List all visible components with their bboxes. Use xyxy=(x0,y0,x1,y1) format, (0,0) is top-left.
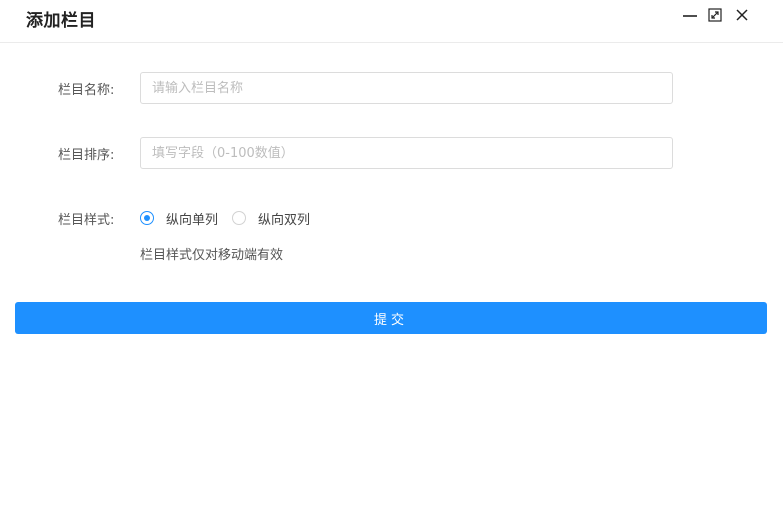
minimize-button[interactable] xyxy=(682,6,698,24)
radio-single-column[interactable] xyxy=(140,211,154,225)
dialog-titlebar: 添加栏目 xyxy=(0,0,783,43)
maximize-button[interactable] xyxy=(707,6,723,24)
column-order-label: 栏目排序: xyxy=(58,148,115,163)
column-name-input[interactable] xyxy=(140,72,673,104)
column-name-label: 栏目名称: xyxy=(58,83,115,98)
radio-option-single-column[interactable]: 纵向单列 xyxy=(140,209,218,228)
column-style-hint: 栏目样式仅对移动端有效 xyxy=(140,248,284,263)
close-button[interactable] xyxy=(734,6,750,24)
minimize-icon xyxy=(683,15,697,17)
radio-double-column-label: 纵向双列 xyxy=(258,212,311,228)
column-style-radio-group: 纵向单列 纵向双列 xyxy=(140,208,324,228)
close-icon xyxy=(736,9,748,21)
add-column-dialog: 添加栏目 栏目名称: 栏目排序: 栏目样式: xyxy=(0,0,783,527)
radio-option-double-column[interactable]: 纵向双列 xyxy=(232,209,310,228)
column-order-input[interactable] xyxy=(140,137,673,169)
maximize-icon xyxy=(708,8,722,22)
radio-double-column[interactable] xyxy=(232,211,247,225)
column-style-label: 栏目样式: xyxy=(58,213,115,228)
submit-button[interactable]: 提交 xyxy=(15,302,767,334)
dialog-title: 添加栏目 xyxy=(26,11,96,31)
radio-single-column-label: 纵向单列 xyxy=(166,212,219,228)
